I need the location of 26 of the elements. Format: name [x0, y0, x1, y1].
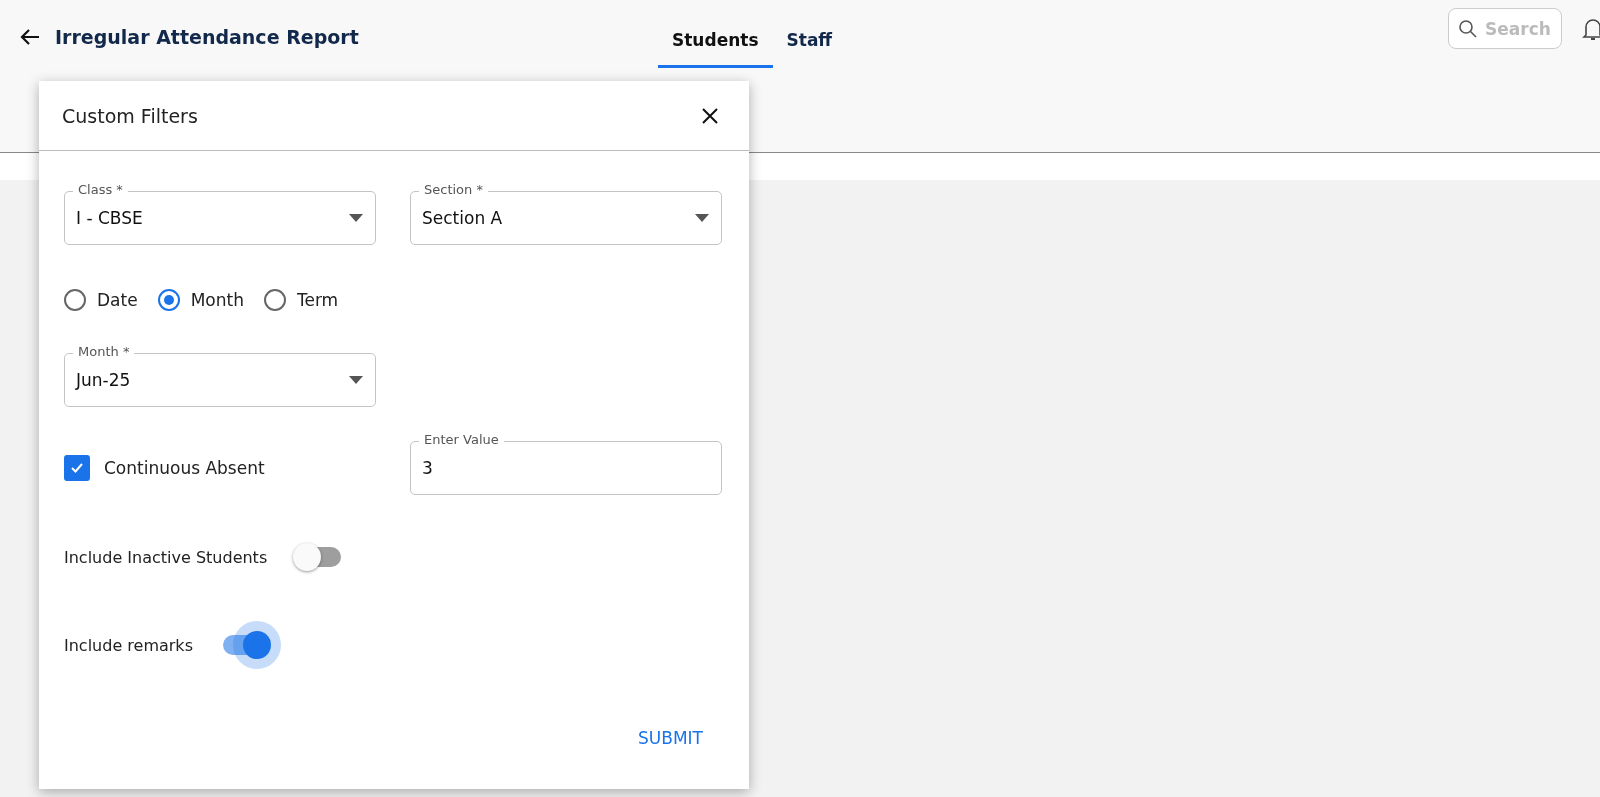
- dropdown-field[interactable]: Class * I - CBSE: [64, 182, 376, 245]
- checkbox-label: Continuous Absent: [104, 458, 265, 478]
- back-arrow-icon[interactable]: [19, 28, 41, 46]
- close-icon[interactable]: [701, 106, 719, 125]
- caret-icon: [695, 214, 709, 222]
- radio-label: Date: [97, 290, 138, 310]
- radio-label: Month: [190, 290, 244, 310]
- radio-button[interactable]: [64, 289, 86, 311]
- input-field[interactable]: Enter Value 3: [410, 432, 722, 495]
- page-title: Irregular Attendance Report: [55, 26, 359, 48]
- search-icon: [1458, 19, 1478, 39]
- tab[interactable]: Staff: [772, 22, 847, 68]
- tab[interactable]: Students: [658, 22, 773, 68]
- dropdown-field[interactable]: Section * Section A: [410, 182, 722, 245]
- submit-button[interactable]: SUBMIT: [618, 718, 723, 758]
- caret-icon: [349, 376, 363, 384]
- toggle-label: Include remarks: [64, 635, 193, 655]
- checkbox[interactable]: [64, 455, 90, 481]
- radio-label: Term: [296, 290, 339, 310]
- toggle-label: Include Inactive Students: [64, 547, 268, 567]
- dialog-title: Custom Filters: [62, 104, 198, 127]
- dropdown-field[interactable]: Month * Jun-25: [64, 344, 376, 407]
- radio-button[interactable]: [263, 289, 286, 311]
- search-field[interactable]: Search: [1448, 8, 1562, 49]
- caret-icon: [349, 214, 363, 222]
- radio-button[interactable]: [157, 289, 180, 311]
